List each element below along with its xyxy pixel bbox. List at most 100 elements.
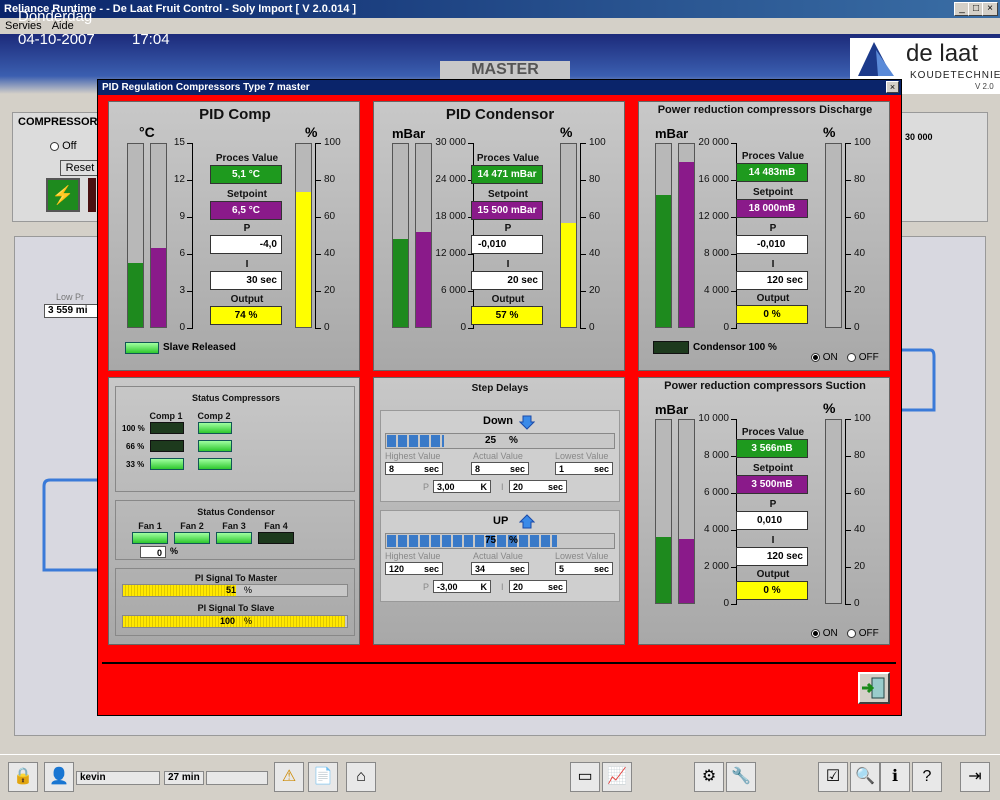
pr-suction-title: Power reduction compressors Suction <box>664 380 866 392</box>
up-highest-value[interactable]: 120 sec <box>385 562 443 575</box>
pid-cond-i-label: I <box>506 259 510 270</box>
pid-cond-right-scale: 100 80 60 40 20 0 <box>580 137 610 333</box>
reset-button[interactable]: Reset <box>60 160 100 176</box>
compressor-run-icon[interactable]: ⚡ <box>46 178 80 212</box>
pr-suction-i-value[interactable]: 120 sec <box>736 547 808 566</box>
help-icon[interactable]: ? <box>912 762 942 792</box>
tools-icon[interactable]: 🔧 <box>726 762 756 792</box>
up-highest-label: Highest Value <box>385 551 441 561</box>
pr-discharge-sp-label: Setpoint <box>753 187 793 198</box>
comp2-66-led <box>198 440 232 452</box>
pid-cond-sp-value[interactable]: 15 500 mBar <box>471 201 543 220</box>
scale-tick-line <box>845 604 851 605</box>
info-icon[interactable]: ℹ <box>880 762 910 792</box>
scale-axis-line <box>845 143 846 328</box>
dialog-close-button[interactable]: × <box>886 81 899 93</box>
arrow-down-icon[interactable] <box>519 414 535 430</box>
up-actual-value: 34 sec <box>471 562 529 575</box>
pr-discharge-sp-value[interactable]: 18 000mB <box>736 199 808 218</box>
lock-icon[interactable]: 🔒 <box>8 762 38 792</box>
scale-axis-line <box>315 143 316 328</box>
pr-discharge-i-value[interactable]: 120 sec <box>736 271 808 290</box>
settings-icon[interactable]: ⚙ <box>694 762 724 792</box>
trend-chart-icon[interactable]: 📈 <box>602 762 632 792</box>
down-p-value[interactable]: 3,00 K <box>433 480 491 493</box>
pr-suction-output-bar <box>825 419 842 604</box>
scale-tick-label: 40 <box>589 248 601 259</box>
scale-tick-label: 0 <box>324 322 330 333</box>
search-icon[interactable]: 🔍 <box>850 762 880 792</box>
fan2-led <box>174 532 210 544</box>
up-actual-label: Actual Value <box>473 551 523 561</box>
pr-discharge-on-radio[interactable]: ON <box>811 352 838 363</box>
close-button[interactable]: × <box>982 2 998 16</box>
exit-door-icon <box>862 677 885 699</box>
pid-cond-i-value[interactable]: 20 sec <box>471 271 543 290</box>
exit-icon[interactable]: ⇥ <box>960 762 990 792</box>
pid-comp-p-value[interactable]: -4,0 <box>210 235 282 254</box>
header-day: Donderdag <box>18 8 93 25</box>
pr-discharge-output-bar <box>825 143 842 328</box>
scale-tick-line <box>580 328 586 329</box>
warning-icon[interactable]: ⚠ <box>274 762 304 792</box>
checklist-icon[interactable]: ☑ <box>818 762 848 792</box>
pid-cond-output-value: 57 % <box>471 306 543 325</box>
scale-tick-label: 8 000 <box>703 450 729 461</box>
up-lowest-value[interactable]: 5 sec <box>555 562 613 575</box>
step-up-unit: % <box>509 535 518 546</box>
pid-comp-sp-label: Setpoint <box>227 189 267 200</box>
pid-comp-i-value[interactable]: 30 sec <box>210 271 282 290</box>
pr-suction-sp-value[interactable]: 3 500mB <box>736 475 808 494</box>
scale-tick-label: 16 000 <box>698 174 729 185</box>
session-duration: 27 min <box>164 771 204 785</box>
right-scale-label: 30 000 <box>905 132 933 142</box>
pid-comp-right-scale: 100 80 60 40 20 0 <box>315 137 345 333</box>
fan4-led <box>258 532 294 544</box>
scale-tick-label: 80 <box>324 174 336 185</box>
scale-tick-label: 6 000 <box>703 487 729 498</box>
off-radio[interactable]: Off <box>50 140 77 152</box>
home-icon[interactable]: ⌂ <box>346 762 376 792</box>
pid-comp-unit-right: % <box>305 124 318 140</box>
scale-tick-label: 3 <box>179 285 185 296</box>
down-highest-value[interactable]: 8 sec <box>385 462 443 475</box>
pr-discharge-unit-right: % <box>823 124 836 140</box>
header-date: 04-10-2007 <box>18 31 95 48</box>
pid-cond-panel: PID Condensor mBar % 30 000 24 000 18 000 1… <box>373 101 625 371</box>
pid-cond-unit-right: % <box>560 124 573 140</box>
scale-tick-label: 20 <box>854 561 866 572</box>
step-down-unit: % <box>509 435 518 446</box>
pid-cond-title: PID Condensor <box>445 106 555 123</box>
report-icon[interactable]: 📄 <box>308 762 338 792</box>
pr-suction-off-radio[interactable]: OFF <box>847 628 879 639</box>
low-pressure-value: 3 559 mi <box>44 304 98 318</box>
down-i-value[interactable]: 20 sec <box>509 480 567 493</box>
slave-released-led <box>125 342 159 354</box>
pr-suction-p-value[interactable]: 0,010 <box>736 511 808 530</box>
comp1-label: Comp 1 <box>149 411 183 421</box>
down-lowest-value[interactable]: 1 sec <box>555 462 613 475</box>
pid-cond-p-value[interactable]: -0,010 <box>471 235 543 254</box>
step-down-value: 25 <box>485 435 497 446</box>
exit-dialog-button[interactable] <box>858 672 890 704</box>
up-i-value[interactable]: 20 sec <box>509 580 567 593</box>
pid-comp-sp-value[interactable]: 6,5 °C <box>210 201 282 220</box>
user-icon[interactable]: 👤 <box>44 762 74 792</box>
scale-tick-line <box>845 328 851 329</box>
pr-discharge-off-radio[interactable]: OFF <box>847 352 879 363</box>
pr-suction-on-radio[interactable]: ON <box>811 628 838 639</box>
up-p-value[interactable]: -3,00 K <box>433 580 491 593</box>
comp1-100-led <box>150 422 184 434</box>
pid-cond-sp-bar <box>415 143 432 328</box>
window-icon[interactable]: ▭ <box>570 762 600 792</box>
pid-comp-output-label: Output <box>230 294 264 305</box>
comp1-33-led <box>150 458 184 470</box>
step-down-label: Down <box>483 415 513 427</box>
scale-tick-label: 0 <box>460 322 466 333</box>
up-p-label: P <box>423 582 430 592</box>
scale-axis-line <box>845 419 846 604</box>
pr-discharge-p-value[interactable]: -0,010 <box>736 235 808 254</box>
step-down-box: Down 25 % Highest Value Actual Value Low… <box>380 410 620 502</box>
arrow-up-icon[interactable] <box>519 514 535 530</box>
scale-tick-label: 4 000 <box>703 524 729 535</box>
